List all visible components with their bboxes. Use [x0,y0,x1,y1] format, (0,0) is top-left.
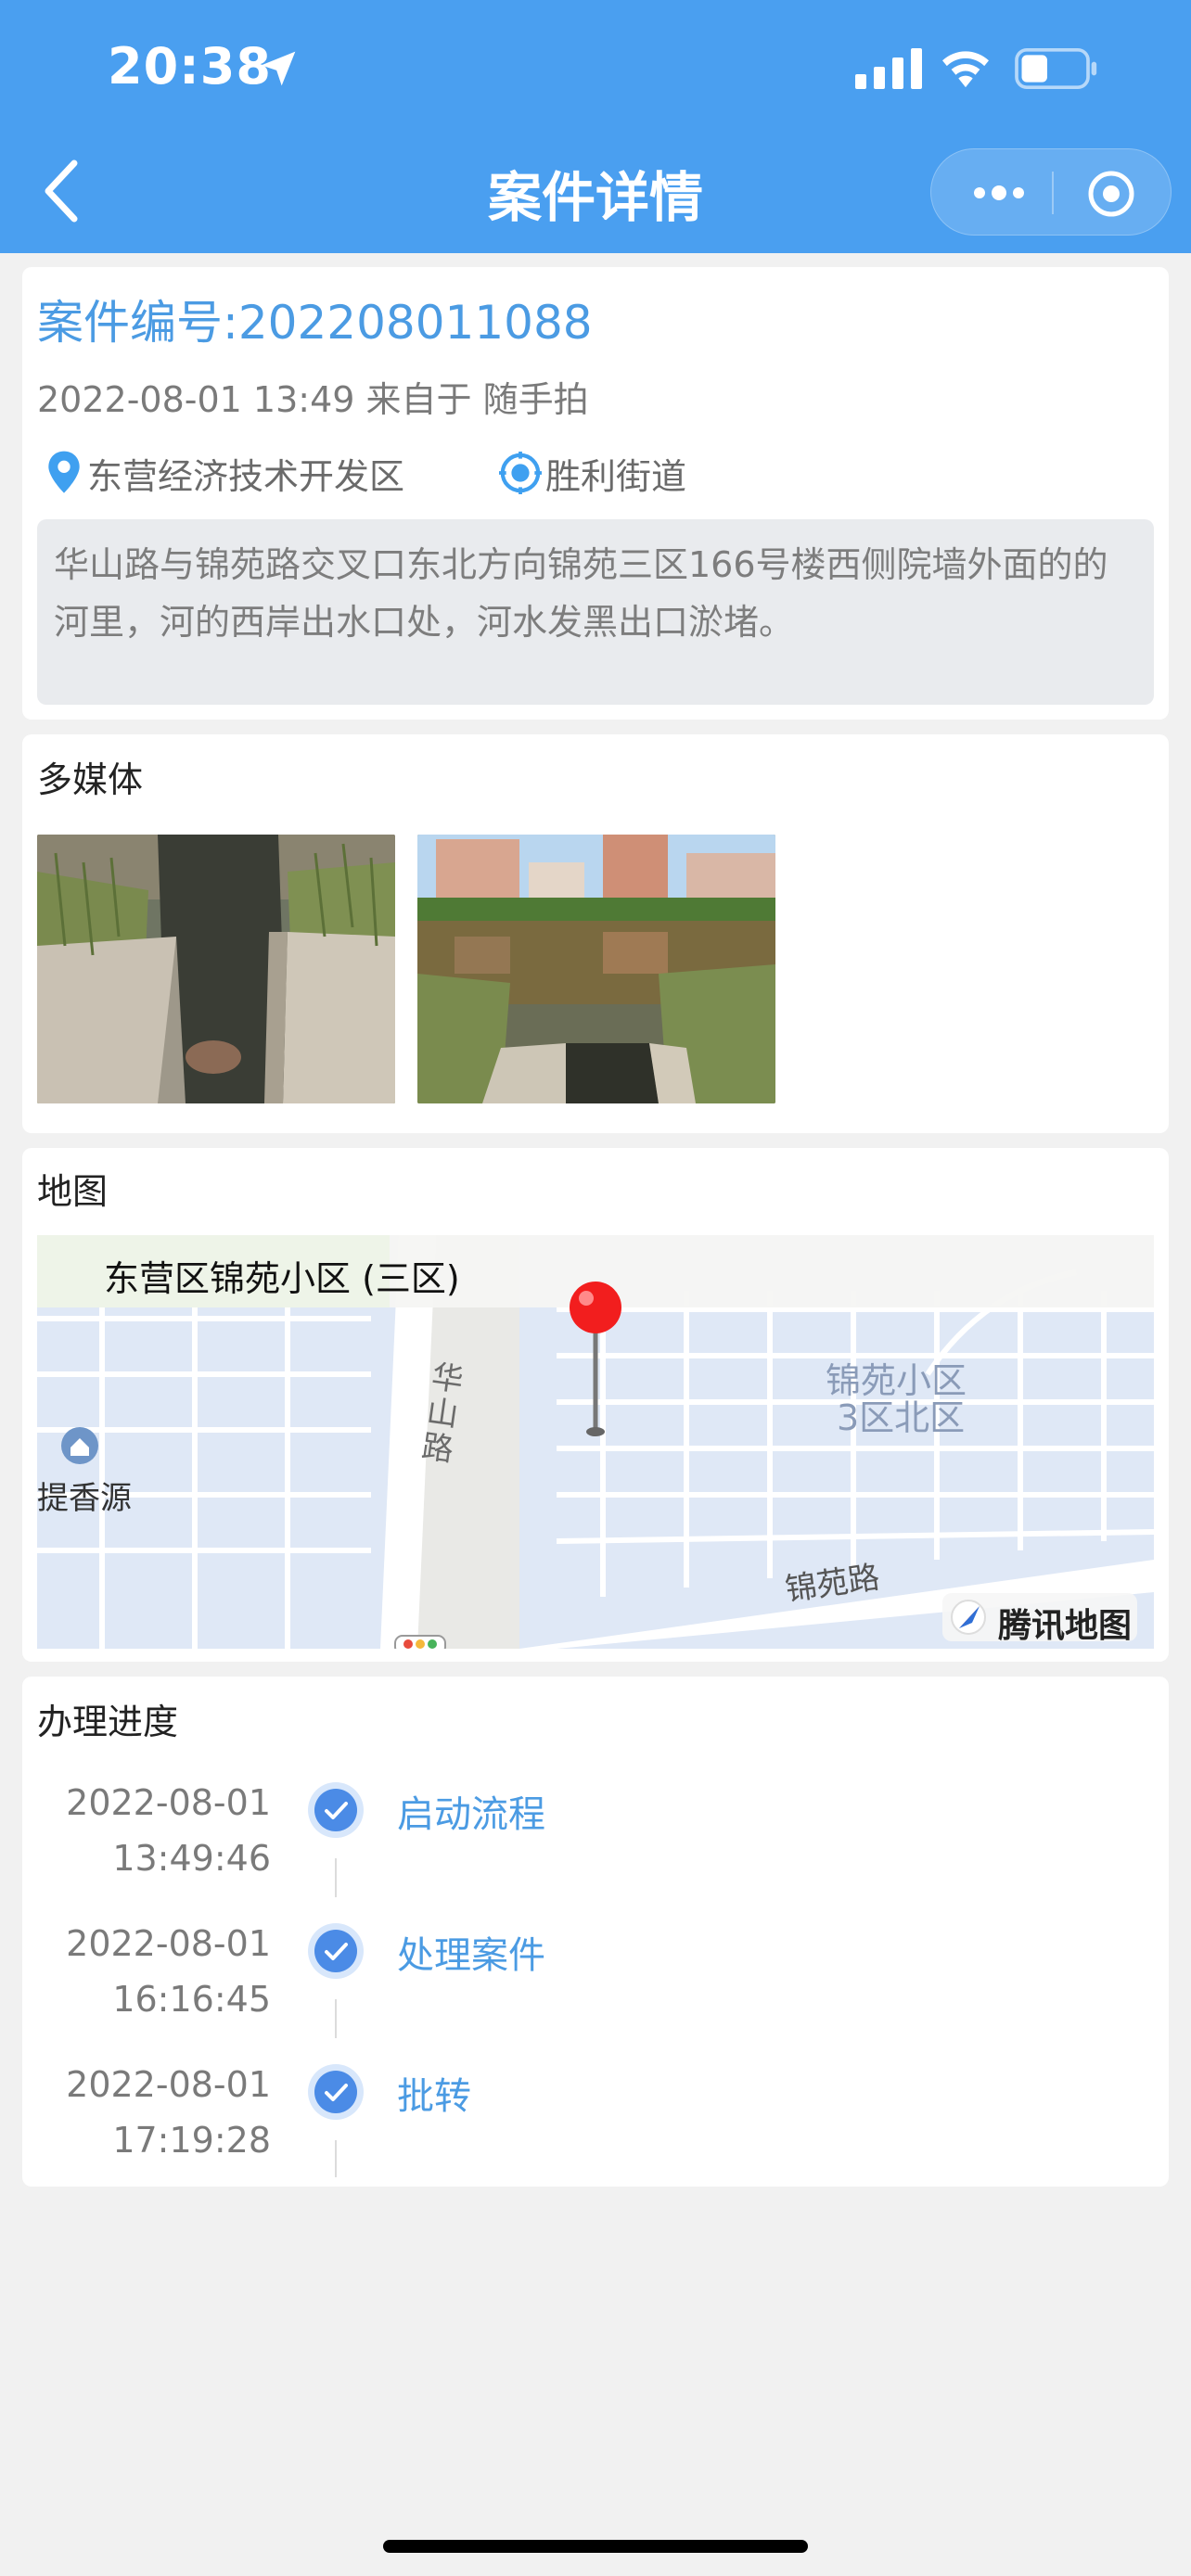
progress-title: 办理进度 [37,1702,179,1742]
capsule-divider [1052,172,1054,214]
battery-icon [1015,48,1097,89]
step-1-time: 13:49:46 [112,1838,271,1879]
map-area-label-line2: 3区北区 [837,1397,966,1438]
map-poi-label: 提香源 [37,1480,132,1517]
district-tag: 东营经济技术开发区 [45,445,404,501]
step-3-time: 17:19:28 [112,2120,271,2161]
photo-thumbnail-1[interactable] [37,835,395,1103]
step-1-date: 2022-08-01 [66,1782,271,1823]
step-1-label: 启动流程 [397,1793,545,1836]
mini-program-capsule [930,148,1172,236]
step-3-date: 2022-08-01 [66,2064,271,2105]
top-bar: 20:38 案件详情 [0,0,1191,253]
step-connector [335,2140,337,2177]
map-place-name: 东营区锦苑小区 (三区) [104,1258,460,1299]
district-label: 东营经济技术开发区 [87,455,405,497]
step-2-label: 处理案件 [397,1934,545,1977]
more-icon[interactable] [965,168,1033,218]
close-miniprogram-icon[interactable] [1085,168,1137,220]
location-row: 东营经济技术开发区 胜利街道 [45,445,1158,501]
step-3-check-icon [308,2064,364,2120]
wifi-icon [942,51,989,88]
step-1-check-icon [308,1782,364,1838]
progress-card: 办理进度 2022-08-01 13:49:46 启动流程 2022-08-01… [22,1677,1169,2187]
street-tag: 胜利街道 [499,445,686,501]
step-2-time: 16:16:45 [112,1979,271,2020]
case-info-card: 案件编号:202208011088 2022-08-01 13:49 来自于 随… [22,267,1169,720]
photo-thumbnail-2[interactable] [417,835,775,1103]
map-view[interactable]: 东营区锦苑小区 (三区) 华山路 锦苑路 锦苑小区 3区北区 提香源 腾讯地图 [37,1235,1154,1649]
map-pin-icon [48,451,80,493]
step-connector [335,1858,337,1897]
map-card: 地图 东营区锦苑小区 (三区) 华山路 锦苑路 锦苑小区 3区北区 提香源 腾讯… [22,1148,1169,1662]
case-description: 华山路与锦苑路交叉口东北方向锦苑三区166号楼西侧院墙外面的的河里，河的西岸出水… [37,519,1154,705]
location-arrow-icon [261,51,296,86]
case-number: 案件编号:202208011088 [37,296,593,350]
cellular-signal-icon [855,48,922,89]
media-card: 多媒体 [22,734,1169,1133]
step-2-date: 2022-08-01 [66,1923,271,1964]
step-2-check-icon [308,1923,364,1979]
map-provider-logo: 腾讯地图 [998,1607,1133,1645]
locate-target-icon [499,452,542,494]
case-meta: 2022-08-01 13:49 来自于 随手拍 [37,379,589,420]
street-label: 胜利街道 [545,455,687,497]
status-time: 20:38 [108,37,272,96]
step-3-label: 批转 [397,2075,471,2118]
home-indicator[interactable] [383,2540,808,2553]
map-title: 地图 [37,1171,109,1212]
media-title: 多媒体 [37,759,144,800]
step-connector [335,1999,337,2038]
